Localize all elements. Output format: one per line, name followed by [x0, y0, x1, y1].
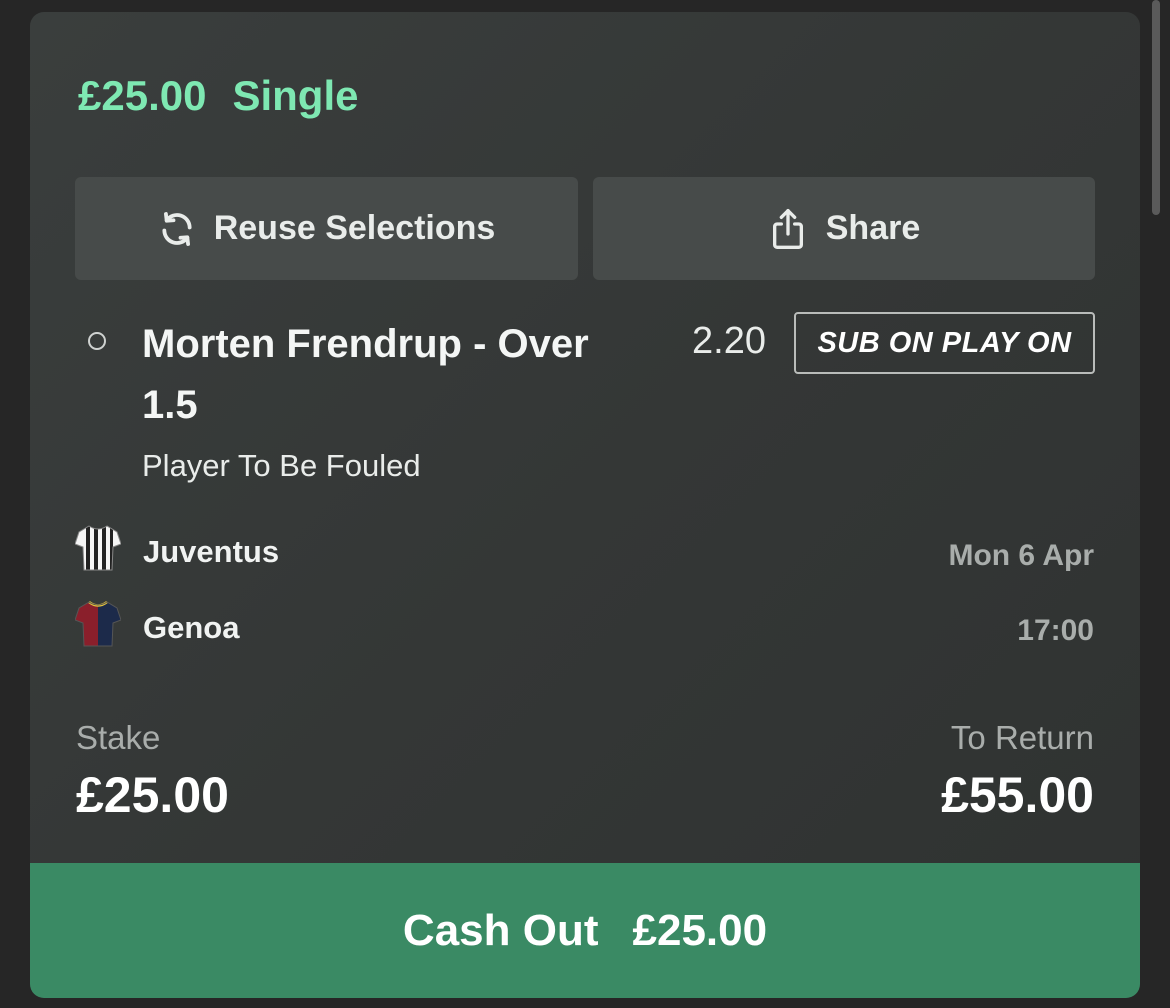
stake-label: Stake: [76, 719, 161, 756]
selection-name: Morten Frendrup - Over 1.5: [142, 322, 589, 427]
home-team-name: Juventus: [143, 534, 280, 569]
cash-out-button[interactable]: Cash Out £25.00: [30, 863, 1140, 998]
reuse-selections-button[interactable]: Reuse Selections: [75, 177, 578, 280]
share-label: Share: [825, 209, 921, 247]
away-team-name: Genoa: [143, 610, 240, 645]
match-time: 17:00: [1017, 614, 1094, 647]
bet-type: Single: [232, 72, 359, 119]
share-icon: [768, 207, 808, 251]
selection-market: Player To Be Fouled: [142, 448, 421, 483]
reuse-selections-label: Reuse Selections: [213, 209, 496, 247]
stake-value: £25.00: [76, 767, 229, 823]
scrollbar-thumb[interactable]: [1152, 0, 1160, 215]
to-return-value: £55.00: [941, 767, 1094, 823]
juventus-shirt-icon: [74, 524, 122, 580]
selection-status-indicator: [88, 332, 106, 350]
to-return-label: To Return: [950, 719, 1094, 756]
cash-out-label: Cash Out: [402, 905, 599, 955]
cash-out-amount: £25.00: [632, 905, 768, 955]
bet-header: £25.00 Single: [78, 72, 359, 120]
share-button[interactable]: Share: [593, 177, 1095, 280]
refresh-icon: [158, 210, 196, 248]
genoa-shirt-icon: [74, 600, 122, 656]
away-team: Genoa: [74, 600, 240, 656]
sub-on-play-on-badge[interactable]: SUB ON PLAY ON: [794, 312, 1095, 374]
bet-card: £25.00 Single Reuse Selections Share Mor…: [30, 12, 1140, 998]
home-team: Juventus: [74, 524, 280, 580]
selection-odds: 2.20: [692, 320, 766, 362]
bet-amount: £25.00: [78, 72, 207, 119]
match-date: Mon 6 Apr: [948, 539, 1094, 572]
